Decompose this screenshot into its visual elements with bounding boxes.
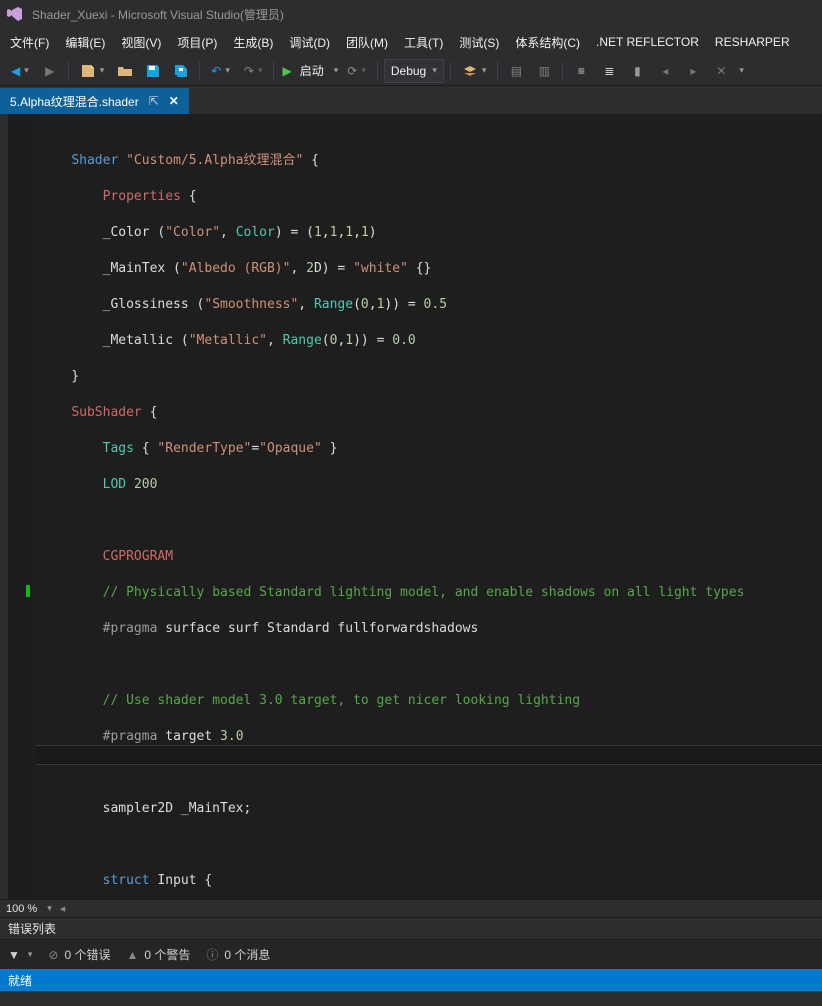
- menu-tools[interactable]: 工具(T): [396, 30, 451, 55]
- title-bar: Shader_Xuexi - Microsoft Visual Studio(管…: [0, 0, 822, 28]
- current-line-highlight: [36, 746, 822, 764]
- filter-icon: ▼: [8, 948, 20, 962]
- zoom-level[interactable]: 100 %: [6, 903, 37, 915]
- close-tab-button[interactable]: ✕: [169, 94, 179, 108]
- zoom-dropdown[interactable]: ▾: [47, 903, 52, 914]
- next-bookmark-button[interactable]: ▸: [681, 59, 705, 83]
- find-layers-icon: [462, 63, 478, 79]
- editor[interactable]: Shader "Custom/5.Alpha纹理混合" { Properties…: [0, 114, 822, 899]
- warnings-filter[interactable]: ▲ 0 个警告: [127, 946, 191, 963]
- errors-count: 0 个错误: [64, 946, 110, 963]
- find-menu[interactable]: ▾: [457, 59, 492, 83]
- separator: [450, 62, 451, 80]
- save-button[interactable]: [141, 59, 165, 83]
- save-icon: [145, 63, 161, 79]
- menu-arch[interactable]: 体系结构(C): [507, 30, 588, 55]
- messages-count: 0 个消息: [224, 946, 270, 963]
- menu-file[interactable]: 文件(F): [2, 30, 57, 55]
- toolbar-overflow[interactable]: ▾: [739, 65, 744, 76]
- new-item-button[interactable]: ▾: [75, 59, 110, 83]
- code-area[interactable]: Shader "Custom/5.Alpha纹理混合" { Properties…: [36, 114, 822, 899]
- config-dropdown[interactable]: Debug▾: [384, 59, 444, 83]
- menu-project[interactable]: 项目(P): [169, 30, 225, 55]
- save-all-icon: [173, 63, 189, 79]
- vs-logo-icon: [6, 5, 24, 23]
- menu-build[interactable]: 生成(B): [225, 30, 281, 55]
- start-dropdown[interactable]: ▾: [334, 65, 339, 76]
- open-button[interactable]: [113, 59, 137, 83]
- separator: [562, 62, 563, 80]
- menu-test[interactable]: 测试(S): [451, 30, 507, 55]
- separator: [497, 62, 498, 80]
- open-folder-icon: [117, 63, 133, 79]
- nav-forward-button[interactable]: ▶: [38, 59, 62, 83]
- tab-active[interactable]: 5.Alpha纹理混合.shader ⇱ ✕: [0, 88, 189, 114]
- indent-button[interactable]: ≣: [597, 59, 621, 83]
- status-bar: 就绪: [0, 969, 822, 991]
- prev-bookmark-button[interactable]: ◂: [653, 59, 677, 83]
- config-label: Debug: [391, 64, 426, 78]
- menu-bar: 文件(F) 编辑(E) 视图(V) 项目(P) 生成(B) 调试(D) 团队(M…: [0, 28, 822, 56]
- save-all-button[interactable]: [169, 59, 193, 83]
- menu-view[interactable]: 视图(V): [113, 30, 169, 55]
- scroll-left-icon[interactable]: ◂: [60, 902, 66, 915]
- menu-team[interactable]: 团队(M): [338, 30, 396, 55]
- title-text: Shader_Xuexi - Microsoft Visual Studio(管…: [32, 6, 284, 23]
- menu-resharper[interactable]: RESHARPER: [707, 31, 798, 53]
- tab-row: 5.Alpha纹理混合.shader ⇱ ✕: [0, 86, 822, 114]
- error-icon: ⊘: [48, 948, 58, 962]
- error-list-toolbar: ▼▾ ⊘ 0 个错误 ▲ 0 个警告 ⓘ 0 个消息: [0, 939, 822, 969]
- warning-icon: ▲: [127, 948, 139, 962]
- start-debug-button[interactable]: 启动: [296, 62, 328, 79]
- change-marker: [26, 585, 30, 597]
- tab-label: 5.Alpha纹理混合.shader: [10, 93, 139, 110]
- clear-bookmarks-button[interactable]: ✕: [709, 59, 733, 83]
- play-icon: ▶: [282, 64, 291, 78]
- menu-debug[interactable]: 调试(D): [281, 30, 338, 55]
- nav-back-button[interactable]: ◀▾: [6, 59, 34, 83]
- info-icon: ⓘ: [206, 946, 218, 963]
- outdent-button[interactable]: ≡: [569, 59, 593, 83]
- separator: [199, 62, 200, 80]
- zoom-bar: 100 % ▾ ◂: [0, 899, 822, 917]
- menu-reflector[interactable]: .NET REFLECTOR: [588, 31, 707, 53]
- filter-dropdown[interactable]: ▼▾: [8, 948, 32, 962]
- tool-bar: ◀▾ ▶ ▾ ↶▾ ↷▾ ▶ 启动 ▾ ⟳▾ Debug▾ ▾ ▤ ▥ ≡ ≣ …: [0, 56, 822, 86]
- separator: [68, 62, 69, 80]
- undo-button[interactable]: ↶▾: [206, 59, 235, 83]
- separator: [377, 62, 378, 80]
- editor-margin: [0, 114, 36, 899]
- separator: [273, 62, 274, 80]
- uncomment-button[interactable]: ▥: [532, 59, 556, 83]
- errors-filter[interactable]: ⊘ 0 个错误: [48, 946, 110, 963]
- error-list-title[interactable]: 错误列表: [0, 917, 822, 939]
- status-text: 就绪: [8, 972, 32, 989]
- warnings-count: 0 个警告: [144, 946, 190, 963]
- new-file-icon: [80, 63, 96, 79]
- browser-button[interactable]: ⟳▾: [342, 59, 371, 83]
- comment-out-button[interactable]: ▤: [504, 59, 528, 83]
- bookmark-button[interactable]: ▮: [625, 59, 649, 83]
- messages-filter[interactable]: ⓘ 0 个消息: [206, 946, 270, 963]
- pin-icon[interactable]: ⇱: [149, 94, 159, 108]
- menu-edit[interactable]: 编辑(E): [57, 30, 113, 55]
- redo-button[interactable]: ↷▾: [239, 59, 268, 83]
